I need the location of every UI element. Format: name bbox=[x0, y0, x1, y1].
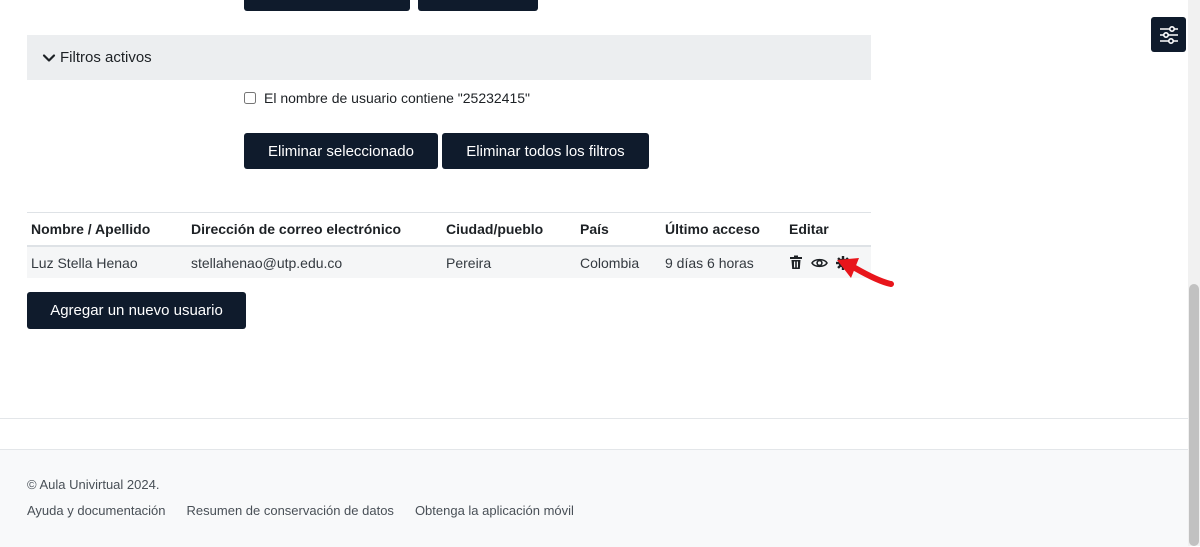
scrollbar-thumb[interactable] bbox=[1189, 284, 1199, 546]
cell-city: Pereira bbox=[442, 246, 576, 278]
users-table: Nombre / Apellido Dirección de correo el… bbox=[27, 212, 871, 278]
footer-link-mobile-app[interactable]: Obtenga la aplicación móvil bbox=[415, 503, 574, 518]
filter-checkbox[interactable] bbox=[244, 92, 256, 104]
header-last-access[interactable]: Último acceso bbox=[661, 212, 785, 247]
eye-icon[interactable] bbox=[811, 257, 828, 269]
trash-icon[interactable] bbox=[789, 255, 803, 270]
footer-links: Ayuda y documentación Resumen de conserv… bbox=[27, 503, 574, 518]
content-divider bbox=[0, 418, 1190, 419]
cell-name[interactable]: Luz Stella Henao bbox=[27, 246, 187, 278]
header-edit: Editar bbox=[785, 212, 871, 247]
block-drawer-toggle[interactable] bbox=[1151, 17, 1186, 52]
active-filters-title: Filtros activos bbox=[60, 49, 152, 66]
cell-email: stellahenao@utp.edu.co bbox=[187, 246, 442, 278]
cell-country: Colombia bbox=[576, 246, 661, 278]
footer-link-data-retention[interactable]: Resumen de conservación de datos bbox=[187, 503, 394, 518]
remove-all-filters-button[interactable]: Eliminar todos los filtros bbox=[442, 133, 649, 169]
add-new-user-button[interactable]: Agregar un nuevo usuario bbox=[27, 292, 246, 329]
chevron-down-icon bbox=[42, 51, 56, 65]
footer-link-help[interactable]: Ayuda y documentación bbox=[27, 503, 166, 518]
table-header-row: Nombre / Apellido Dirección de correo el… bbox=[27, 212, 871, 247]
header-name[interactable]: Nombre / Apellido bbox=[27, 212, 187, 247]
filter-label: El nombre de usuario contiene "25232415" bbox=[264, 90, 531, 106]
sliders-icon bbox=[1159, 25, 1178, 44]
annotation-arrow-icon bbox=[837, 258, 894, 287]
remove-selected-button[interactable]: Eliminar seleccionado bbox=[244, 133, 438, 169]
page-footer bbox=[0, 449, 1190, 547]
header-country[interactable]: País bbox=[576, 212, 661, 247]
filter-item: El nombre de usuario contiene "25232415" bbox=[244, 88, 530, 108]
table-row: Luz Stella Henao stellahenao@utp.edu.co … bbox=[27, 246, 871, 278]
footer-copyright: © Aula Univirtual 2024. bbox=[27, 477, 160, 492]
top-partial-button-1[interactable] bbox=[244, 0, 410, 11]
cell-last-access: 9 días 6 horas bbox=[661, 246, 785, 278]
header-city[interactable]: Ciudad/pueblo bbox=[442, 212, 576, 247]
top-partial-button-2[interactable] bbox=[418, 0, 538, 11]
header-email[interactable]: Dirección de correo electrónico bbox=[187, 212, 442, 247]
active-filters-header[interactable]: Filtros activos bbox=[27, 35, 871, 80]
